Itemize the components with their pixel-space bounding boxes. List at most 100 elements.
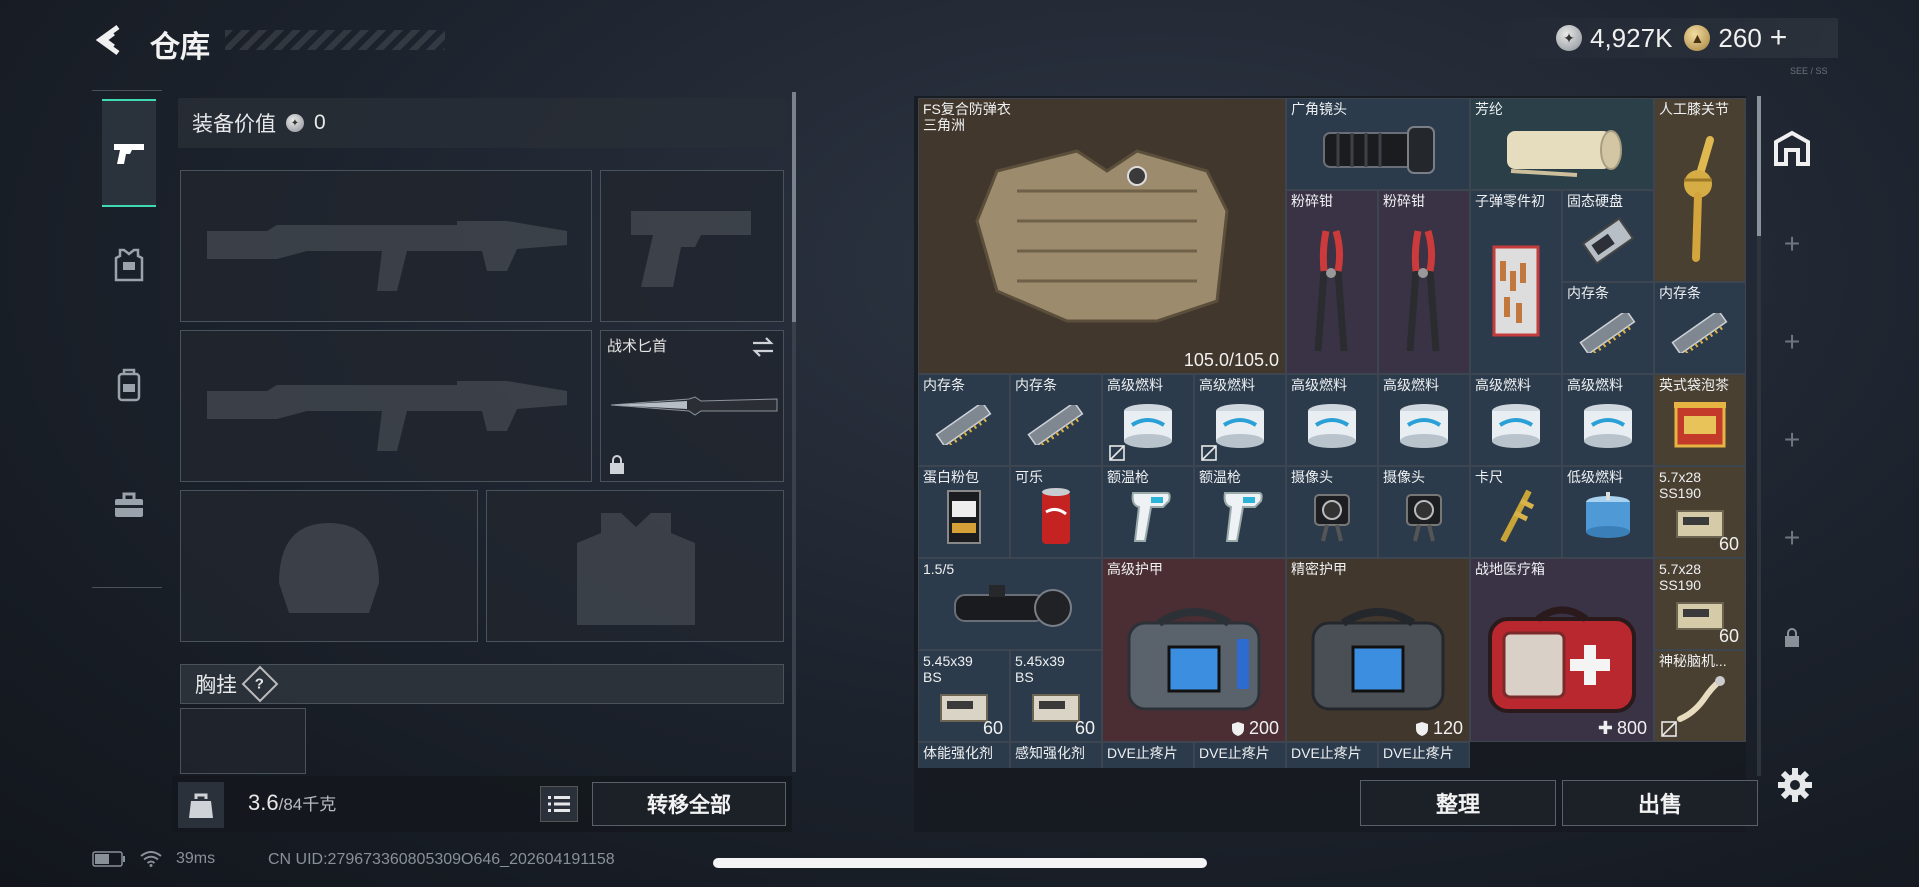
stash-item[interactable]: DVE止疼片	[1378, 742, 1470, 768]
stash-page-add[interactable]: +	[1770, 322, 1814, 362]
category-weapons[interactable]	[102, 99, 156, 207]
weight-icon	[178, 782, 224, 828]
sidearm-slot[interactable]	[600, 170, 784, 322]
stash-item[interactable]: 芳纶	[1470, 98, 1654, 190]
stash-item[interactable]: DVE止疼片	[1194, 742, 1286, 768]
fuel-can-icon	[1400, 403, 1448, 448]
stash-item[interactable]: 人工膝关节	[1654, 98, 1746, 282]
stash-item[interactable]: 5.45x39 BS 60	[1010, 650, 1102, 742]
stash-item[interactable]: 卡尺	[1470, 466, 1562, 558]
knife-slot[interactable]: 战术匕首	[600, 330, 784, 482]
knife-label: 战术匕首	[607, 338, 668, 355]
armor-points: 120	[1415, 718, 1463, 739]
currency-bar: ✦ 4,927K ▲ 260 +	[1492, 18, 1838, 58]
sell-button[interactable]: 出售	[1562, 780, 1758, 826]
stash-item[interactable]: 精密护甲 120	[1286, 558, 1470, 742]
armor-kit-icon	[1311, 608, 1445, 711]
category-backpack[interactable]	[102, 331, 156, 439]
ram-stick-icon	[935, 404, 992, 445]
medkit-icon	[1488, 606, 1636, 714]
stash-item[interactable]: 高级燃料	[1102, 374, 1194, 466]
settings-button[interactable]	[1774, 764, 1816, 806]
gold-currency[interactable]: ▲ 260 +	[1684, 21, 1787, 55]
secondary-weapon-slot[interactable]	[180, 330, 592, 482]
stash-item[interactable]: 内存条	[918, 374, 1010, 466]
add-currency-icon[interactable]: +	[1770, 21, 1788, 55]
loadout-scrollbar-thumb[interactable]	[792, 92, 796, 322]
stash-item[interactable]: 5.7x28 SS190 60	[1654, 466, 1746, 558]
armor-silhouette-icon	[577, 513, 695, 625]
stash-item[interactable]: DVE止疼片	[1286, 742, 1378, 768]
silver-coin-icon: ✦	[1556, 25, 1582, 51]
stash-page-1[interactable]	[1770, 128, 1814, 168]
ping-text: 39ms	[176, 850, 216, 867]
stash-item[interactable]: 1.5/5	[918, 558, 1102, 650]
knife-icon	[610, 396, 778, 416]
back-button[interactable]	[92, 22, 128, 58]
equipment-value: 0	[314, 111, 326, 134]
stash-scrollbar-thumb[interactable]	[1757, 96, 1761, 236]
stash-item[interactable]: 高级燃料	[1286, 374, 1378, 466]
helmet-slot[interactable]	[180, 490, 478, 642]
bolt-cutter-icon	[1406, 230, 1440, 352]
version-tag: SEE / SS	[1790, 66, 1828, 76]
stash-item[interactable]: 神秘脑机...	[1654, 650, 1746, 742]
silver-currency[interactable]: ✦ 4,927K	[1556, 23, 1672, 54]
stash-item[interactable]: 体能强化剂	[918, 742, 1010, 768]
stash-page-add[interactable]: +	[1770, 420, 1814, 460]
stash-item[interactable]: 低级燃料	[1562, 466, 1654, 558]
stash-item[interactable]: 英式袋泡茶	[1654, 374, 1746, 466]
stash-item[interactable]: 内存条	[1562, 282, 1654, 374]
stash-item[interactable]: 额温枪	[1102, 466, 1194, 558]
stash-item[interactable]: 高级燃料	[1470, 374, 1562, 466]
primary-weapon-slot[interactable]	[180, 170, 592, 322]
stash-item[interactable]: 高级燃料	[1194, 374, 1286, 466]
stash-page-add[interactable]: +	[1770, 224, 1814, 264]
weight-current: 3.6	[248, 790, 279, 815]
stash-item[interactable]: 摄像头	[1286, 466, 1378, 558]
toolbox-icon	[115, 492, 143, 517]
category-toolbox[interactable]	[102, 451, 156, 559]
sort-button[interactable]: 整理	[1360, 780, 1556, 826]
stash-item[interactable]: 额温枪	[1194, 466, 1286, 558]
fabric-roll-icon	[1507, 129, 1622, 177]
stash-page-locked[interactable]	[1770, 618, 1814, 658]
home-indicator[interactable]	[713, 858, 1207, 868]
stash-item[interactable]: DVE止疼片	[1102, 742, 1194, 768]
stash-item[interactable]: 5.7x28 SS190 60	[1654, 558, 1746, 650]
stack-count: 60	[1718, 534, 1739, 554]
stash-item[interactable]: 内存条	[1654, 282, 1746, 374]
stash-item[interactable]: 广角镜头	[1286, 98, 1470, 190]
help-icon[interactable]: ?	[241, 665, 279, 703]
stash-item[interactable]: 战地医疗箱 ✚ 800	[1470, 558, 1654, 742]
fuel-can-icon	[1216, 403, 1264, 448]
stash-page-add[interactable]: +	[1770, 518, 1814, 558]
warehouse-icon	[1774, 130, 1810, 166]
stash-item[interactable]: 5.45x39 BS 60	[918, 650, 1010, 742]
chest-rig-slot[interactable]	[180, 708, 306, 774]
stash-item[interactable]: 摄像头	[1378, 466, 1470, 558]
stash-item[interactable]: 子弹零件初	[1470, 190, 1562, 374]
stash-item[interactable]: 感知强化剂	[1010, 742, 1102, 768]
stash-item[interactable]: 内存条	[1010, 374, 1102, 466]
body-armor-slot[interactable]	[486, 490, 784, 642]
stash-item[interactable]: 固态硬盘	[1562, 190, 1654, 282]
stash-item[interactable]: 高级燃料	[1562, 374, 1654, 466]
swap-icon[interactable]	[751, 337, 775, 357]
category-armor[interactable]	[102, 211, 156, 319]
transfer-all-button[interactable]: 转移全部	[592, 782, 786, 826]
plus-icon: ✚	[1597, 718, 1613, 738]
stash-item-vest[interactable]: FS复合防弹衣 三角洲 105.0/105.0	[918, 98, 1286, 374]
stash-item[interactable]: 可乐	[1010, 466, 1102, 558]
thermometer-gun-icon	[1223, 491, 1263, 542]
stash-item[interactable]: 蛋白粉包	[918, 466, 1010, 558]
no-trade-icon	[1661, 721, 1677, 737]
stash-item[interactable]: 高级燃料	[1378, 374, 1470, 466]
fuel-can-icon	[1492, 403, 1540, 448]
stash-item[interactable]: 高级护甲 200	[1102, 558, 1286, 742]
stash-item[interactable]: 粉碎钳	[1286, 190, 1378, 374]
camera-icon	[1314, 493, 1350, 541]
list-view-button[interactable]	[540, 786, 578, 822]
stash-item[interactable]: 粉碎钳	[1378, 190, 1470, 374]
no-trade-icon	[1201, 445, 1217, 461]
